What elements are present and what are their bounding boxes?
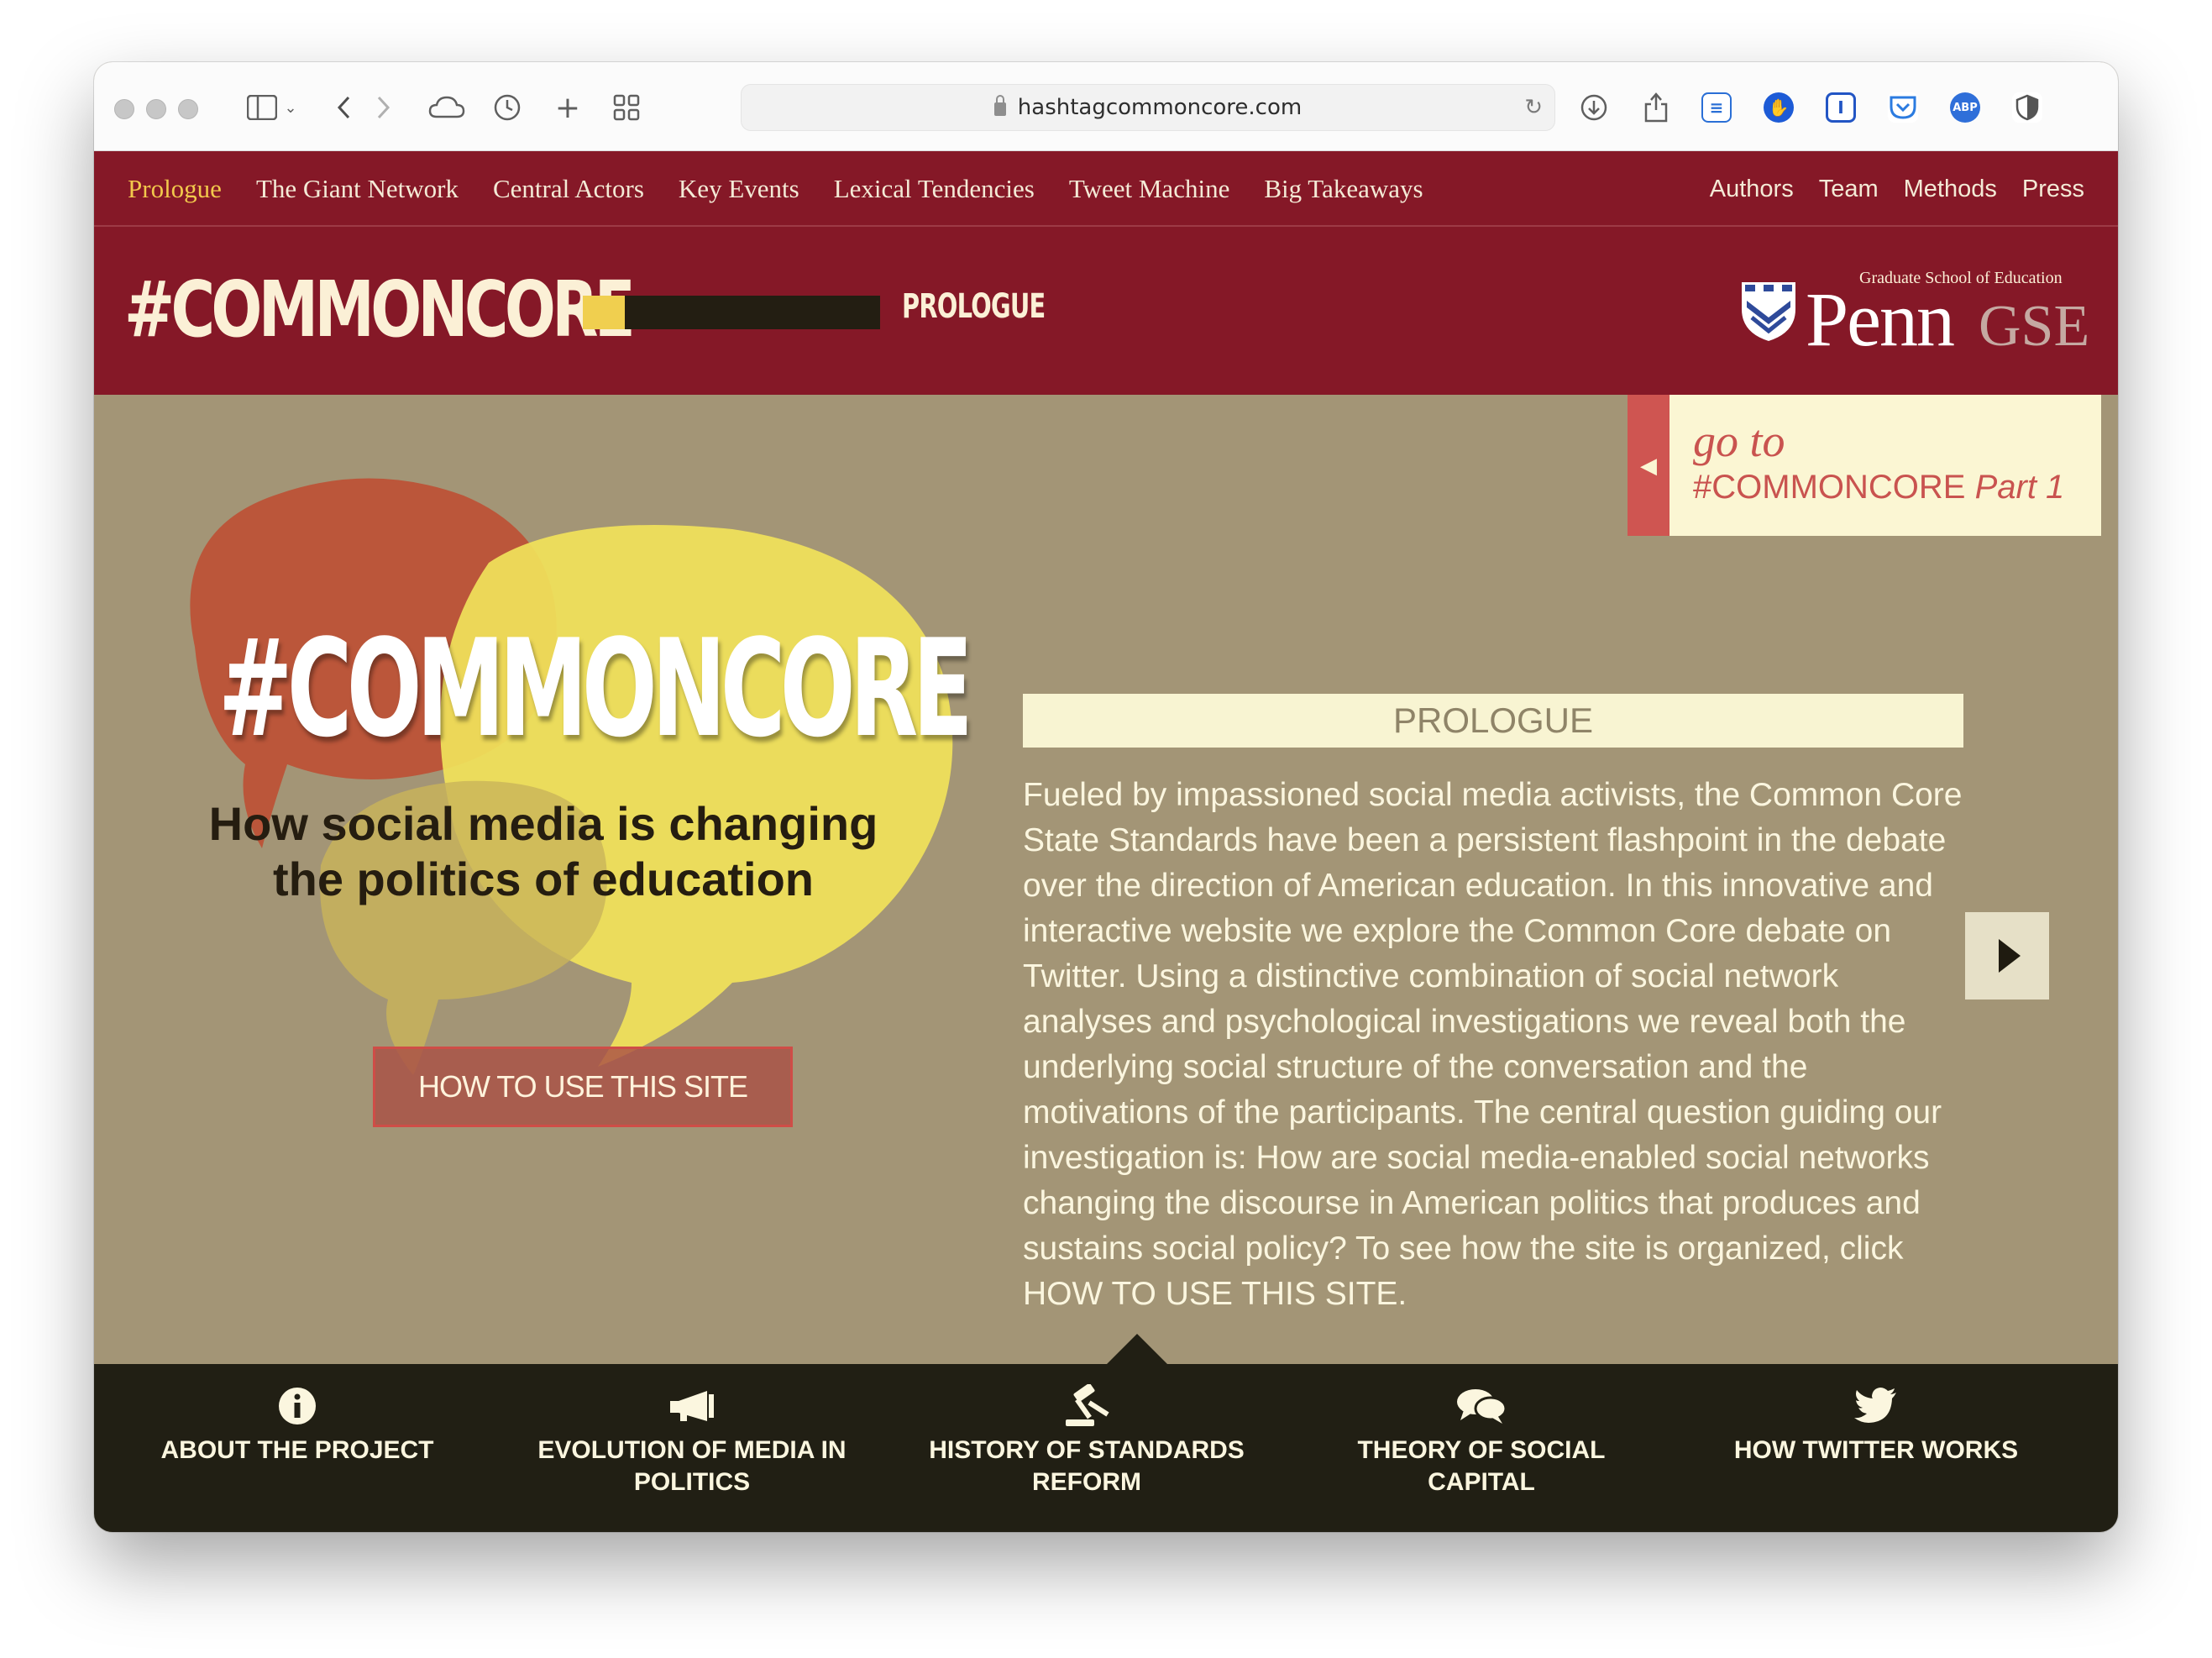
penn-gse-logo[interactable]: Graduate School of Education Penn GSE [1740,269,2093,361]
nav-giant-network[interactable]: The Giant Network [256,174,459,204]
pocket-extension-icon[interactable] [1888,92,1918,123]
forward-icon[interactable] [368,86,398,129]
play-right-icon [1999,939,2021,973]
penn-shield-icon [1742,282,1795,341]
primary-nav: Prologue The Giant Network Central Actor… [128,151,1423,227]
icloud-tabs-icon[interactable] [427,86,467,129]
privacy-shield-icon[interactable] [2012,92,2042,123]
gse-wordmark: GSE [1979,294,2090,359]
bottom-item-label: HOW TWITTER WORKS [1733,1436,2019,1464]
current-section-label: PROLOGUE [902,287,1046,326]
nav-key-events[interactable]: Key Events [679,174,799,204]
zoom-window-button[interactable] [178,99,198,119]
history-icon[interactable] [490,86,524,129]
goto-hashtag: #COMMONCORE [1693,469,1966,506]
megaphone-icon [670,1391,714,1421]
reload-icon[interactable]: ↻ [1524,95,1543,120]
hero-title: #COMMONCORE [218,610,973,767]
goto-part1-panel[interactable]: ◀ go to #COMMONCORE Part 1 [1628,395,2101,536]
goto-target: #COMMONCORE Part 1 [1693,469,2064,506]
share-icon[interactable] [1639,86,1673,129]
left-arrow-icon: ◀ [1628,395,1669,536]
close-window-button[interactable] [114,99,134,119]
nav-team[interactable]: Team [1819,176,1879,203]
bottom-section-bar: ABOUT THE PROJECT EVOLUTION OF MEDIA IN … [94,1364,2118,1532]
site-header: #COMMONCORE PROLOGUE Graduate School of … [94,227,2118,395]
sidebar-icon[interactable] [245,86,279,129]
bottom-item-label: ABOUT THE PROJECT [160,1436,434,1464]
site-nav: Prologue The Giant Network Central Actor… [94,151,2118,227]
tab-overview-icon[interactable] [610,86,643,129]
progress-fill [583,296,625,329]
prologue-heading: PROLOGUE [1023,694,1963,748]
address-bar[interactable]: hashtagcommoncore.com ↻ [741,84,1555,131]
nav-press[interactable]: Press [2022,176,2084,203]
speech-bubbles-icon [1457,1389,1507,1424]
new-tab-icon[interactable]: + [551,86,584,129]
bottom-item-social-capital[interactable]: THEORY OF SOCIAL CAPITAL [1313,1381,1649,1498]
bottom-item-standards[interactable]: HISTORY OF STANDARDS REFORM [919,1381,1255,1498]
browser-toolbar: ⌄ + hashtagcommoncore.com ↻ ≡ ✋ I ABP [94,62,2118,151]
bottom-item-label: THEORY OF SOCIAL CAPITAL [1357,1436,1606,1496]
bottom-item-label: EVOLUTION OF MEDIA IN POLITICS [537,1436,847,1496]
info-icon [279,1388,316,1425]
nav-methods[interactable]: Methods [1904,176,1997,203]
adblock-extension-icon[interactable]: ABP [1950,92,1980,123]
nav-tweet-machine[interactable]: Tweet Machine [1069,174,1230,204]
browser-window: ⌄ + hashtagcommoncore.com ↻ ≡ ✋ I ABP Pr… [94,62,2118,1532]
twitter-bird-icon [1854,1388,1896,1423]
back-icon[interactable] [329,86,359,129]
bottom-item-label: HISTORY OF STANDARDS REFORM [929,1436,1245,1496]
downloads-icon[interactable] [1577,86,1611,129]
secondary-nav: Authors Team Methods Press [1710,151,2084,227]
nav-prologue[interactable]: Prologue [128,174,222,204]
next-button[interactable] [1965,912,2049,1000]
url-text: hashtagcommoncore.com [1017,95,1303,120]
nav-big-takeaways[interactable]: Big Takeaways [1264,174,1423,204]
nav-central-actors[interactable]: Central Actors [493,174,644,204]
lock-icon [993,95,1006,116]
goto-label: go to [1693,416,1785,466]
bottom-item-twitter[interactable]: HOW TWITTER WORKS [1708,1381,2044,1466]
hand-extension-icon[interactable]: ✋ [1764,92,1794,123]
active-section-pointer [1105,1334,1169,1366]
site-logo[interactable]: #COMMONCORE [124,264,636,356]
prologue-body: Fueled by impassioned social media activ… [1023,777,1963,1312]
instapaper-extension-icon[interactable]: I [1826,92,1856,123]
main-content: #COMMONCORE How social media is changing… [94,395,2118,1369]
nav-authors[interactable]: Authors [1710,176,1794,203]
minimize-window-button[interactable] [146,99,166,119]
nav-lexical-tendencies[interactable]: Lexical Tendencies [834,174,1035,204]
progress-bar [583,296,880,329]
checklist-extension-icon[interactable]: ≡ [1701,92,1732,123]
sidebar-chevron-down-icon[interactable]: ⌄ [280,86,301,129]
bottom-item-media[interactable]: EVOLUTION OF MEDIA IN POLITICS [524,1381,860,1498]
penn-wordmark: Penn [1806,276,1955,362]
goto-part: Part 1 [1974,469,2065,506]
bottom-item-about[interactable]: ABOUT THE PROJECT [129,1381,465,1466]
hero-subtitle: How social media is changing the politic… [208,797,878,905]
gavel-icon [1066,1384,1109,1426]
how-to-use-button[interactable]: HOW TO USE THIS SITE [373,1047,793,1127]
